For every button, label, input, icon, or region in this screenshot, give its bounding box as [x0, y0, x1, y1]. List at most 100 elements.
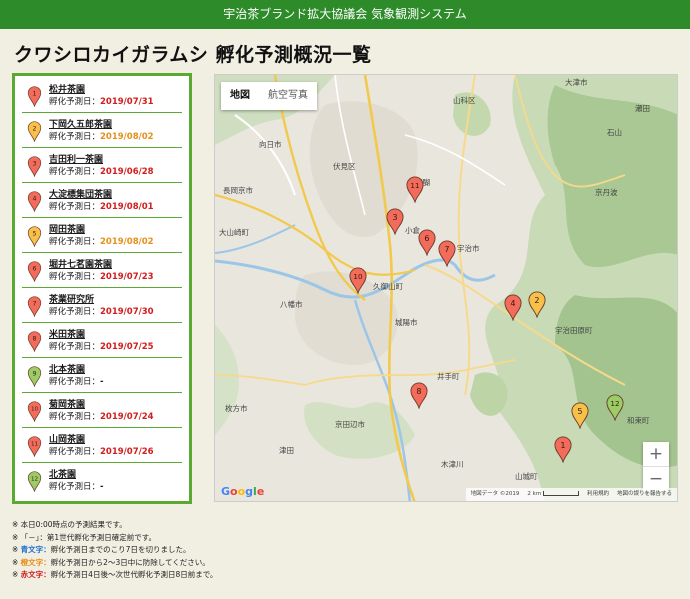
satellite-tab-button[interactable]: 航空写真: [259, 82, 317, 110]
system-title: 宇治茶ブランド拡大協議会 気象観測システム: [223, 7, 467, 21]
tea-garden-name-link[interactable]: 米田茶園: [49, 329, 182, 341]
svg-text:10: 10: [353, 272, 363, 281]
map-label-otsu: 大津市: [565, 77, 588, 87]
prediction-date: -: [100, 377, 104, 387]
scale-line: [542, 491, 579, 496]
notes: ※ 本日0:00時点の予測結果です。 ※ 「－」：第1世代孵化予測日確定前です。…: [12, 519, 217, 582]
report-error-link[interactable]: 地図の誤りを報告する: [617, 488, 672, 501]
tea-garden-name-link[interactable]: 茶業研究所: [49, 294, 182, 306]
tea-garden-item[interactable]: 2 下岡久五郎茶園 孵化予測日：2019/08/02: [22, 113, 182, 148]
tea-garden-item[interactable]: 8 米田茶園 孵化予測日：2019/07/25: [22, 323, 182, 358]
scale-label: 2 km: [527, 491, 542, 497]
tea-garden-item[interactable]: 7 茶業研究所 孵化予測日：2019/07/30: [22, 288, 182, 323]
tea-garden-item[interactable]: 6 堀井七茗園茶園 孵化予測日：2019/07/23: [22, 253, 182, 288]
zoom-control: + −: [643, 442, 669, 492]
prediction-row: 孵化予測日：2019/07/25: [49, 341, 182, 354]
map-attribution: 地図データ ©2019 2 km 利用規約 地図の誤りを報告する: [465, 488, 677, 501]
prediction-date: -: [100, 482, 104, 492]
tea-garden-name-link[interactable]: 大淀標集団茶園: [49, 189, 182, 201]
prediction-row: 孵化予測日：-: [49, 376, 182, 389]
prediction-label: 孵化予測日：: [49, 447, 101, 457]
note-orange-key: 橙文字：: [20, 557, 51, 567]
map-pin-icon: 11: [27, 436, 42, 458]
map-pin-icon: 1: [27, 86, 42, 108]
svg-text:2: 2: [534, 295, 539, 305]
map-pin-icon: 7: [27, 296, 42, 318]
prediction-label: 孵化予測日：: [49, 272, 101, 282]
tea-garden-item[interactable]: 5 岡田茶園 孵化予測日：2019/08/02: [22, 218, 182, 253]
terms-link[interactable]: 利用規約: [587, 488, 609, 501]
tea-garden-name-link[interactable]: 岡田茶園: [49, 224, 182, 236]
svg-text:2: 2: [32, 125, 36, 132]
prediction-row: 孵化予測日：2019/08/02: [49, 236, 182, 249]
map-label-kyotanabe: 京田辺市: [335, 419, 365, 429]
map-pin-icon: 2: [27, 121, 42, 143]
svg-text:7: 7: [32, 300, 36, 307]
svg-text:12: 12: [610, 399, 619, 408]
tea-garden-item[interactable]: 12 北茶園 孵化予測日：-: [22, 463, 182, 498]
tea-garden-name-link[interactable]: 北茶園: [49, 469, 182, 481]
tea-garden-name-link[interactable]: 山岡茶園: [49, 434, 182, 446]
prediction-date: 2019/07/31: [100, 97, 154, 107]
tea-garden-name-link[interactable]: 松井茶園: [49, 84, 182, 96]
note-blue-key: 青文字：: [20, 545, 51, 555]
tea-garden-item[interactable]: 9 北本茶園 孵化予測日：-: [22, 358, 182, 393]
prediction-label: 孵化予測日：: [49, 237, 101, 247]
prediction-date: 2019/08/02: [100, 132, 154, 142]
map-label-yawata: 八幡市: [280, 299, 303, 309]
map-label-ide: 井手町: [437, 371, 460, 381]
google-logo: Google: [221, 485, 264, 498]
tea-garden-item[interactable]: 10 菊岡茶園 孵化予測日：2019/07/24: [22, 393, 182, 428]
map-pin-icon: 5: [27, 226, 42, 248]
map-pin-icon: 3: [27, 156, 42, 178]
map-label-muko: 向日市: [259, 139, 282, 149]
svg-text:11: 11: [410, 181, 419, 190]
prediction-date: 2019/08/01: [100, 202, 154, 212]
map-label-seta: 瀬田: [635, 103, 650, 113]
svg-text:3: 3: [32, 160, 36, 167]
map-type-control: 地図 航空写真: [221, 82, 317, 110]
map-label-oyamazaki: 大山崎町: [219, 227, 249, 237]
prediction-date: 2019/06/28: [100, 167, 154, 177]
prediction-label: 孵化予測日：: [49, 342, 101, 352]
scale-bar: 2 km: [527, 488, 579, 501]
tea-garden-item[interactable]: 3 吉田利一茶園 孵化予測日：2019/06/28: [22, 148, 182, 183]
tea-garden-item[interactable]: 4 大淀標集団茶園 孵化予測日：2019/08/01: [22, 183, 182, 218]
map-terrain[interactable]: 宇治市 八幡市 枚方市 京田辺市 城陽市 久御山町 宇治田原町 和束町 山科区 …: [215, 75, 678, 502]
page-title: クワシロカイガラムシ 孵化予測概況一覧: [14, 44, 372, 66]
note-base-time: ※ 本日0:00時点の予測結果です。: [12, 520, 127, 529]
prediction-date: 2019/07/25: [100, 342, 154, 352]
zoom-in-button[interactable]: +: [643, 442, 669, 467]
tea-garden-name-link[interactable]: 北本茶園: [49, 364, 182, 376]
tea-garden-item[interactable]: 1 松井茶園 孵化予測日：2019/07/31: [22, 78, 182, 113]
note-orange: ※ 橙文字：孵化予測日から2～3日中に防除してください。: [12, 557, 217, 570]
tea-garden-name-link[interactable]: 堀井七茗園茶園: [49, 259, 182, 271]
svg-text:5: 5: [32, 230, 36, 237]
note-red-key: 赤文字：: [20, 570, 51, 580]
tea-garden-name-link[interactable]: 吉田利一茶園: [49, 154, 182, 166]
map-label-kyotamba: 京丹波: [595, 187, 618, 197]
note-prefix: ※: [12, 570, 21, 580]
map-label-uji: 宇治市: [457, 243, 480, 253]
svg-text:10: 10: [31, 406, 39, 412]
map-tab-button[interactable]: 地図: [221, 82, 259, 110]
prediction-row: 孵化予測日：2019/08/01: [49, 201, 182, 214]
map-data-credit: 地図データ ©2019: [470, 491, 520, 497]
tea-garden-name-link[interactable]: 下岡久五郎茶園: [49, 119, 182, 131]
prediction-label: 孵化予測日：: [49, 307, 101, 317]
tea-garden-list: 1 松井茶園 孵化予測日：2019/07/31 2 下岡久五郎茶園 孵化予測日：2019/…: [12, 73, 192, 504]
prediction-row: 孵化予測日：2019/07/30: [49, 306, 182, 319]
prediction-row: 孵化予測日：2019/06/28: [49, 166, 182, 179]
map-label-wazuka: 和束町: [627, 416, 650, 425]
prediction-label: 孵化予測日：: [49, 97, 101, 107]
note-dash: ※ 「－」：第1世代孵化予測日確定前です。: [12, 532, 156, 542]
note-blue-text: 孵化予測日までのこり7日を切りました。: [50, 545, 191, 555]
tea-garden-item[interactable]: 11 山岡茶園 孵化予測日：2019/07/26: [22, 428, 182, 463]
note-red-text: 孵化予測日4日後～次世代孵化予測日8日前まで。: [50, 570, 218, 580]
map-label-yamashina: 山科区: [453, 95, 476, 105]
svg-text:8: 8: [416, 386, 421, 396]
map-label-ishiyama: 石山: [607, 127, 622, 137]
map-view[interactable]: 宇治市 八幡市 枚方市 京田辺市 城陽市 久御山町 宇治田原町 和束町 山科区 …: [214, 74, 678, 502]
tea-garden-name-link[interactable]: 菊岡茶園: [49, 399, 182, 411]
svg-text:6: 6: [32, 265, 36, 272]
